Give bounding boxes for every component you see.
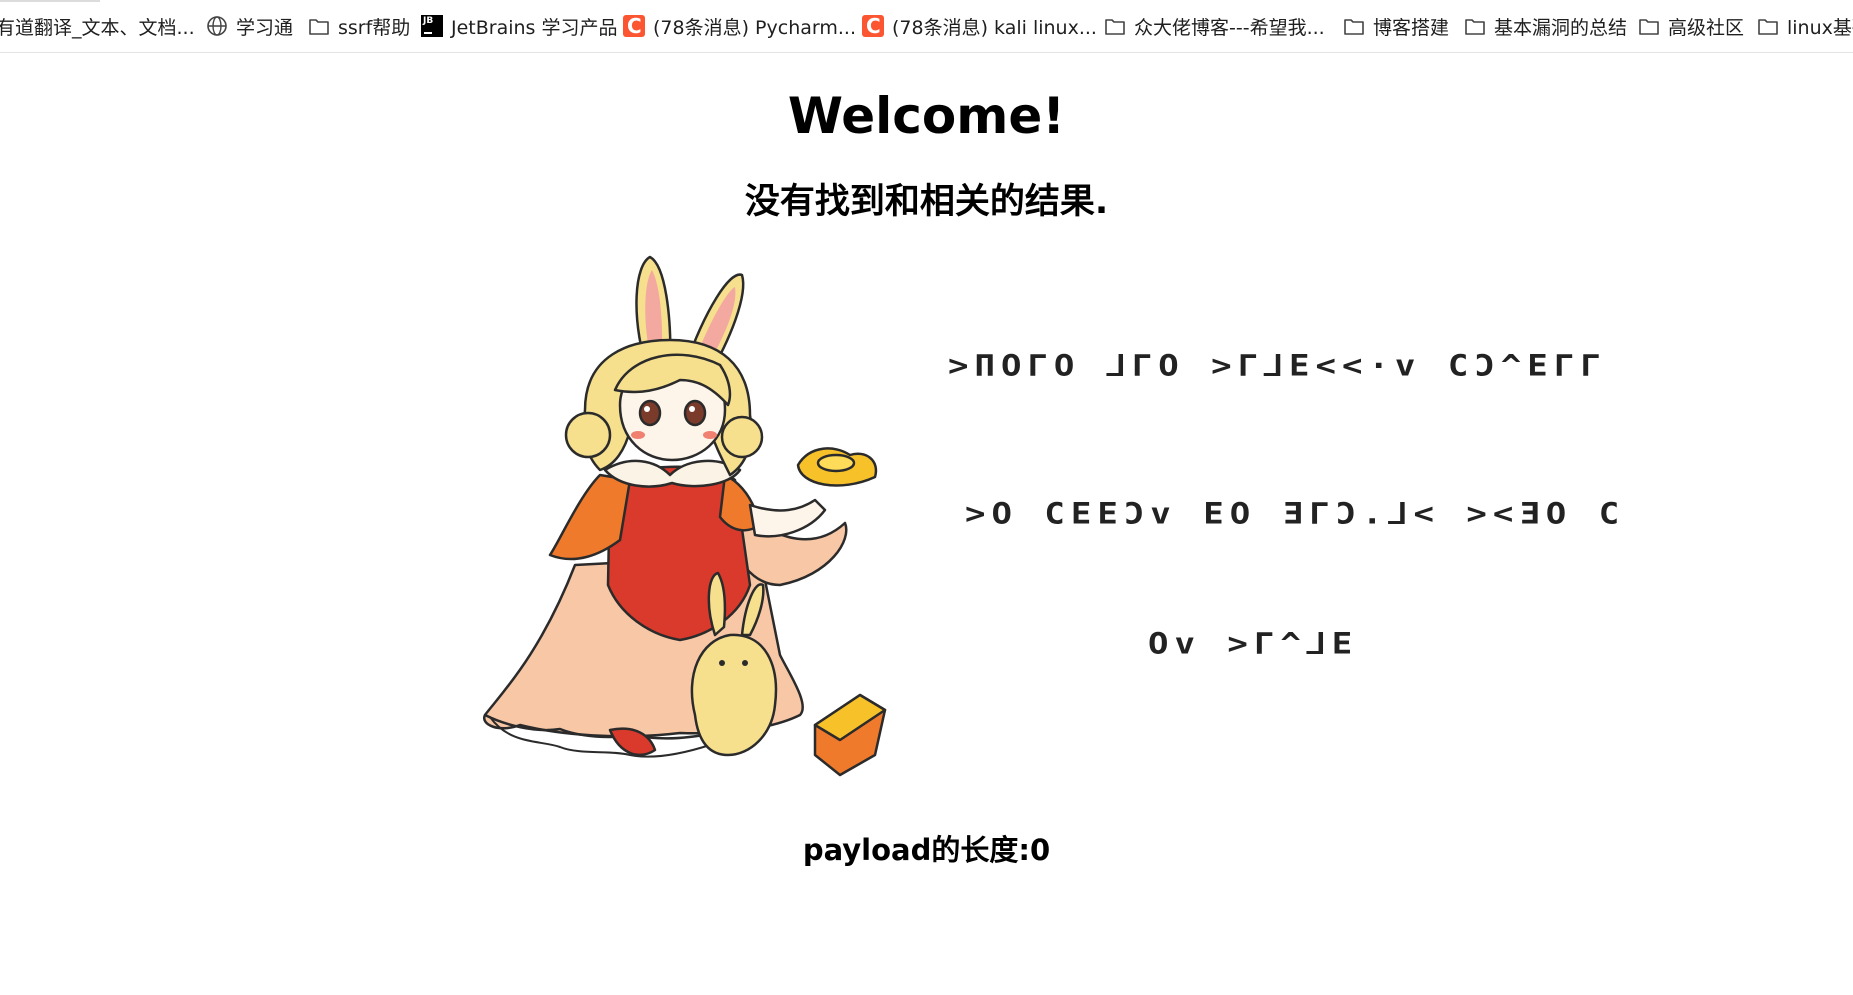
cipher-text-line-3: Ov >Γ^⅃E xyxy=(1148,627,1359,661)
bookmark-label: ssrf帮助 xyxy=(338,16,411,39)
folder-icon xyxy=(308,15,330,37)
bookmark-label: 学习通 xyxy=(236,16,294,39)
bookmark-blogs-folder[interactable]: 众大佬博客---希望我... xyxy=(1104,14,1325,39)
search-result-message: 没有找到和相关的结果. xyxy=(744,182,1109,222)
bookmark-label: (78条消息) kali linux... xyxy=(892,16,1097,39)
bookmark-label: 基本漏洞的总结 xyxy=(1494,16,1628,39)
jetbrains-icon xyxy=(421,15,443,37)
csdn-icon xyxy=(862,14,884,38)
cipher-text-line-1: >ΠOΓO ⅃ΓO >Γ⅃E<<·v CƆ^EΓΓ xyxy=(948,349,1607,383)
bookmark-community-folder[interactable]: 高级社区 xyxy=(1638,14,1745,39)
bookmark-label: 博客搭建 xyxy=(1373,16,1450,39)
globe-icon xyxy=(206,15,228,37)
bookmark-csdn-pycharm[interactable]: (78条消息) Pycharm... xyxy=(623,14,856,39)
folder-icon xyxy=(1343,15,1365,37)
bookmark-label: 高级社区 xyxy=(1668,16,1745,39)
bookmark-label: JetBrains 学习产品 xyxy=(451,16,618,39)
folder-icon xyxy=(1757,15,1779,37)
bookmark-blog-build-folder[interactable]: 博客搭建 xyxy=(1343,14,1450,39)
bookmark-vuln-folder[interactable]: 基本漏洞的总结 xyxy=(1464,14,1628,39)
bookmark-label: 众大佬博客---希望我... xyxy=(1134,16,1325,39)
tab-strip-edge xyxy=(0,0,100,2)
page-title: Welcome! xyxy=(787,87,1066,145)
bookmarks-bar: 有道翻译_文本、文档... 学习通 ssrf帮助 JetBrains 学习产品 … xyxy=(0,0,1853,53)
bunny-girl-illustration xyxy=(483,255,887,777)
payload-length-text: payload的长度:0 xyxy=(802,833,1051,867)
bookmark-jetbrains[interactable]: JetBrains 学习产品 xyxy=(421,14,618,39)
csdn-icon xyxy=(623,14,645,38)
bookmark-linux-folder[interactable]: linux基础 xyxy=(1757,14,1853,39)
folder-icon xyxy=(1638,15,1660,37)
bookmark-youdao[interactable]: 有道翻译_文本、文档... xyxy=(0,14,195,39)
bookmark-label: 有道翻译_文本、文档... xyxy=(0,16,195,39)
folder-icon xyxy=(1464,15,1486,37)
bookmark-label: linux基础 xyxy=(1787,16,1853,39)
bookmark-csdn-kali[interactable]: (78条消息) kali linux... xyxy=(862,14,1097,39)
folder-icon xyxy=(1104,15,1126,37)
bookmark-label: (78条消息) Pycharm... xyxy=(653,16,856,39)
cipher-text-line-2: >O CEEƆv EO ƎΓƆ.⅃< ><ƎO C xyxy=(965,497,1626,531)
bookmark-ssrf[interactable]: ssrf帮助 xyxy=(308,14,411,39)
bookmark-xuexitong[interactable]: 学习通 xyxy=(206,14,294,39)
